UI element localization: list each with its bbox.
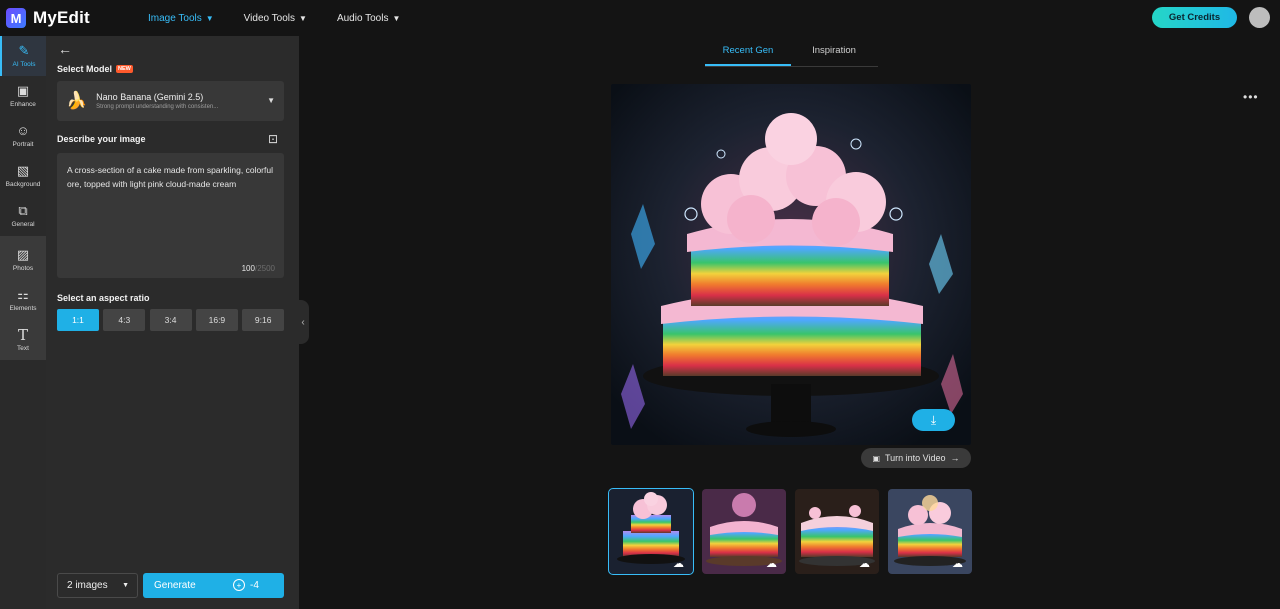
ratio-9-16[interactable]: 9:16 [242, 309, 285, 331]
rail-label: General [11, 221, 35, 228]
credit-coin-icon: + [233, 579, 245, 591]
rail-item-elements[interactable]: ⚏ Elements [0, 280, 46, 320]
logo-text: MyEdit [33, 8, 90, 27]
rail-item-ai-tools[interactable]: ✎ AI Tools [0, 36, 46, 76]
rail-label: Photos [12, 265, 34, 272]
back-arrow-icon[interactable]: ← [58, 41, 72, 57]
image-icon: ▣ [16, 83, 30, 98]
generate-cost-value: -4 [250, 579, 259, 591]
caret-down-icon: ▼ [267, 96, 275, 105]
chevron-left-icon: ‹ [301, 316, 305, 328]
rail-item-photos[interactable]: ▨ Photos [0, 240, 46, 280]
rail-item-portrait[interactable]: ☺ Portrait [0, 116, 46, 156]
prompt-text: A cross-section of a cake made from spar… [67, 165, 273, 189]
char-counter: 100/2500 [242, 264, 275, 273]
rail-item-background[interactable]: ▧ Background [0, 156, 46, 196]
photo-icon: ▨ [16, 247, 30, 262]
cloud-saved-icon: ☁ [859, 558, 870, 570]
cloud-saved-icon: ☁ [952, 558, 963, 570]
chevron-down-icon: ▼ [205, 13, 214, 23]
select-model-label: Select Model [57, 64, 113, 74]
image-reference-icon[interactable]: ⊡ [268, 132, 278, 146]
new-badge: NEW [116, 65, 133, 73]
get-credits-button[interactable]: Get Credits [1152, 7, 1237, 28]
char-max: /2500 [254, 264, 275, 273]
nav-label: Audio Tools [336, 12, 389, 24]
collapse-panel-handle[interactable]: ‹ [297, 300, 309, 344]
caret-down-icon: ▼ [122, 582, 129, 589]
nav-label: Video Tools [243, 12, 296, 24]
thumbnail[interactable]: ☁ [888, 489, 972, 574]
rail-label: Background [5, 181, 41, 188]
ratio-1-1[interactable]: 1:1 [57, 309, 99, 331]
tool-rail: ✎ AI Tools ▣ Enhance ☺ Portrait ▧ Backgr… [0, 36, 46, 609]
char-count: 100 [241, 264, 255, 273]
logo-mark: M [6, 8, 26, 28]
text-icon: T [17, 326, 28, 344]
rail-item-text[interactable]: T Text [0, 320, 46, 360]
background-icon: ▧ [16, 163, 30, 178]
generate-cost: + -4 [233, 579, 259, 591]
more-options-icon[interactable]: ••• [1243, 90, 1259, 104]
cloud-saved-icon: ☁ [766, 558, 777, 570]
thumbnail-strip: ☁ ☁ ☁ ☁ [608, 488, 981, 575]
model-description: Strong prompt understanding with consist… [96, 104, 219, 110]
rail-group-assets: ▨ Photos ⚏ Elements T Text [0, 236, 46, 360]
image-count-value: 2 images [67, 580, 108, 591]
arrow-right-icon: → [950, 453, 960, 463]
nav-audio-tools[interactable]: Audio Tools ▼ [337, 13, 400, 24]
download-icon: ⤓ [930, 412, 937, 427]
copy-icon: ⧉ [18, 203, 28, 218]
thumbnail[interactable]: ☁ [702, 489, 786, 574]
thumbnail[interactable]: ☁ [608, 488, 694, 575]
tab-recent-gen[interactable]: Recent Gen [705, 43, 791, 66]
rail-label: Elements [9, 305, 37, 312]
model-text: Nano Banana (Gemini 2.5) Strong prompt u… [96, 92, 218, 110]
rail-label: AI Tools [12, 61, 36, 68]
turn-into-video-label: Turn into Video [885, 453, 946, 463]
prompt-input[interactable]: A cross-section of a cake made from spar… [57, 153, 284, 278]
chevron-down-icon: ▼ [299, 13, 307, 23]
nav-image-tools[interactable]: Image Tools ▼ [148, 13, 214, 24]
generate-button[interactable]: Generate + -4 [143, 573, 284, 598]
ratio-3-4[interactable]: 3:4 [149, 309, 192, 331]
shapes-icon: ⚏ [17, 287, 29, 302]
avatar[interactable] [1249, 7, 1270, 28]
model-name: Nano Banana (Gemini 2.5) [96, 92, 204, 102]
magic-wand-icon: ✎ [18, 43, 30, 58]
ratio-4-3[interactable]: 4:3 [103, 309, 146, 331]
aspect-heading: Select an aspect ratio [57, 293, 150, 303]
tab-inspiration[interactable]: Inspiration [791, 43, 877, 66]
chevron-down-icon: ▼ [392, 13, 401, 23]
select-model-heading: Select Model NEW [57, 64, 133, 74]
rail-item-general[interactable]: ⧉ General [0, 196, 46, 236]
generate-label: Generate [154, 580, 196, 591]
nav-video-tools[interactable]: Video Tools ▼ [244, 13, 307, 24]
top-bar: M MyEdit Image Tools ▼ Video Tools ▼ Audio… [0, 0, 1280, 36]
aspect-ratio-group: 1:1 4:3 3:4 16:9 9:16 [57, 309, 288, 331]
rail-item-enhance[interactable]: ▣ Enhance [0, 76, 46, 116]
nav-label: Image Tools [148, 12, 202, 24]
download-button[interactable]: ⤓ [912, 409, 955, 431]
rail-label: Portrait [12, 141, 34, 148]
logo[interactable]: M MyEdit [6, 8, 90, 28]
settings-panel: ← Select Model NEW 🍌 Nano Banana (Gemini… [46, 36, 299, 609]
banana-icon: 🍌 [66, 91, 88, 110]
turn-into-video-button[interactable]: ▣ Turn into Video → [861, 448, 971, 468]
generated-image [611, 84, 971, 445]
cake-illustration [611, 84, 971, 445]
portrait-icon: ☺ [16, 123, 30, 138]
rail-label: Text [17, 345, 29, 352]
video-icon: ▣ [872, 453, 880, 463]
rail-label: Enhance [10, 101, 36, 108]
image-count-select[interactable]: 2 images ▼ [57, 573, 138, 598]
model-select[interactable]: 🍌 Nano Banana (Gemini 2.5) Strong prompt… [57, 81, 284, 121]
gallery-tabs: Recent Gen Inspiration [705, 43, 878, 67]
ratio-16-9[interactable]: 16:9 [195, 309, 238, 331]
cloud-saved-icon: ☁ [673, 558, 684, 570]
thumbnail[interactable]: ☁ [795, 489, 879, 574]
main-nav: Image Tools ▼ Video Tools ▼ Audio Tools ▼ [148, 0, 430, 36]
describe-heading: Describe your image [57, 134, 146, 144]
